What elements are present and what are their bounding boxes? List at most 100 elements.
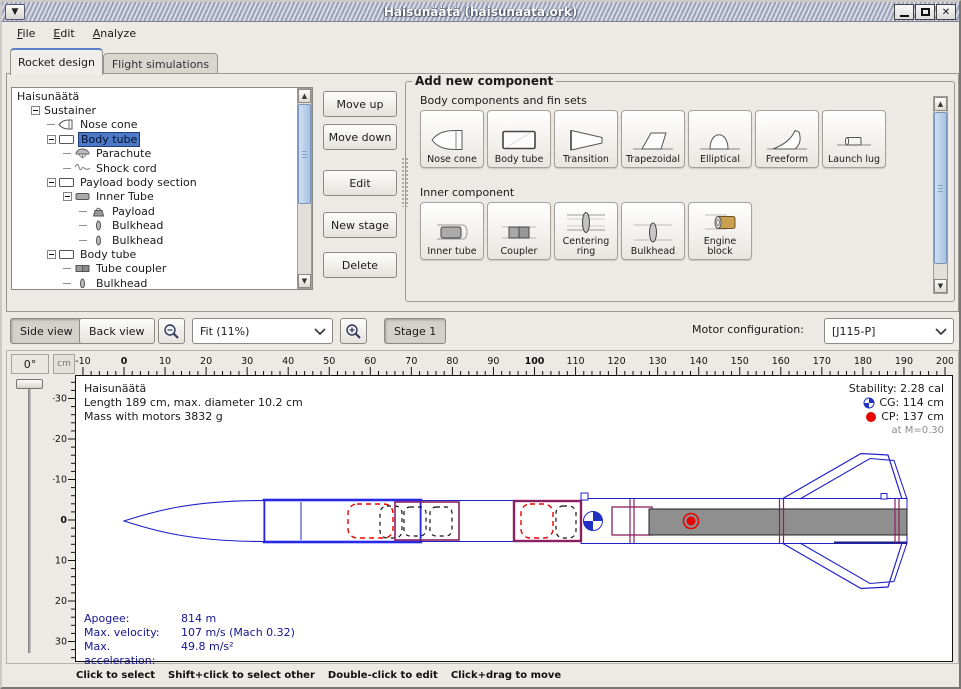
edit-button[interactable]: Edit <box>323 170 397 196</box>
add-trapezoidal-button[interactable]: Trapezoidal <box>621 110 685 168</box>
menu-edit[interactable]: Edit <box>44 24 83 43</box>
side-view-button[interactable]: Side view <box>10 318 83 344</box>
rocket-figure-area: 0° cm -100102030405060708090100110120130… <box>6 350 959 664</box>
zoom-in-button[interactable] <box>340 318 367 344</box>
tree-row-payload-body-section[interactable]: Payload body section <box>13 175 296 189</box>
add-coupler-button[interactable]: Coupler <box>487 202 551 260</box>
menu-file[interactable]: File <box>8 24 44 43</box>
tree-row-inner-tube[interactable]: Inner Tube <box>13 190 296 204</box>
fin-upper[interactable] <box>782 454 902 500</box>
launch-lug-shape[interactable] <box>581 493 588 500</box>
flight-label: Max. velocity: <box>84 626 181 640</box>
add-component-group: Add new component Body components and fi… <box>405 74 955 302</box>
tree-row-sustainer[interactable]: Sustainer <box>13 103 296 117</box>
menu-analyze[interactable]: Analyze <box>84 24 145 43</box>
tree-row-bulkhead[interactable]: Bulkhead <box>13 219 296 233</box>
motor-configuration-select[interactable]: [J115-P] <box>824 318 954 344</box>
add-launch-lug-button[interactable]: Launch lug <box>822 110 886 168</box>
add-engine-block-button[interactable]: Engine block <box>688 202 752 260</box>
nose-cone-shape[interactable] <box>124 501 264 542</box>
svg-text:80: 80 <box>446 356 458 367</box>
tree-label: Payload body section <box>78 176 199 189</box>
tree-scrollbar[interactable]: ▲ ▼ <box>297 88 312 289</box>
move-down-button[interactable]: Move down <box>323 124 397 150</box>
tree-scrollbar-thumb[interactable] <box>298 104 311 204</box>
scroll-up-icon[interactable]: ▲ <box>934 97 947 111</box>
add-body-tube-button[interactable]: Body tube <box>487 110 551 168</box>
tree-connector <box>63 168 72 169</box>
svg-text:-30: -30 <box>53 394 67 405</box>
flight-label: Apogee: <box>84 612 181 626</box>
tree-row-body-tube[interactable]: Body tube <box>13 247 296 261</box>
add-transition-button[interactable]: Transition <box>554 110 618 168</box>
tree-expander-icon[interactable] <box>47 178 56 187</box>
tree-row-payload[interactable]: Payload <box>13 204 296 218</box>
add-centering-ring-button[interactable]: Centering ring <box>554 202 618 260</box>
svg-text:-10: -10 <box>75 356 91 367</box>
tab-flight-simulations[interactable]: Flight simulations <box>103 53 218 75</box>
move-up-button[interactable]: Move up <box>323 91 397 117</box>
elliptical-icon <box>697 127 743 154</box>
rocket-mass: Mass with motors 3832 g <box>84 410 303 424</box>
tree-expander-icon[interactable] <box>63 192 72 201</box>
tree-connector <box>79 240 88 241</box>
new-stage-button[interactable]: New stage <box>323 212 397 238</box>
tree-row-nose-cone[interactable]: Nose cone <box>13 118 296 132</box>
component-button-label: Body tube <box>495 155 544 165</box>
tree-row-haisunäätä[interactable]: Haisunäätä <box>13 89 296 103</box>
svg-text:10: 10 <box>159 356 171 367</box>
flight-value: 814 m <box>181 612 216 626</box>
bulkhead-icon <box>74 278 91 288</box>
zoom-level-select[interactable]: Fit (11%) <box>192 318 333 344</box>
aft-launch-lug-shape[interactable] <box>881 494 887 500</box>
add-nose-cone-button[interactable]: Nose cone <box>420 110 484 168</box>
bulkhead-icon <box>90 220 107 231</box>
tree-expander-icon[interactable] <box>47 135 56 144</box>
rotation-slider-track[interactable] <box>28 385 31 653</box>
component-scrollbar-thumb[interactable] <box>934 112 947 264</box>
svg-text:20: 20 <box>55 596 67 607</box>
tree-row-shock-cord[interactable]: Shock cord <box>13 161 296 175</box>
cg-marker <box>584 512 603 531</box>
launch-lug-icon <box>831 127 877 154</box>
add-bulkhead-button[interactable]: Bulkhead <box>621 202 685 260</box>
tree-row-bulkhead[interactable]: Bulkhead <box>13 233 296 247</box>
tree-label: Body tube <box>78 248 138 261</box>
tree-label: Inner Tube <box>94 190 156 203</box>
add-freeform-button[interactable]: Freeform <box>755 110 819 168</box>
tree-row-body-tube[interactable]: Body tube <box>13 132 296 146</box>
add-elliptical-button[interactable]: Elliptical <box>688 110 752 168</box>
tab-rocket-design[interactable]: Rocket design <box>10 48 103 75</box>
maximize-icon <box>921 8 930 16</box>
tree-connector <box>47 124 56 125</box>
flight-data-block: Apogee:814 mMax. velocity:107 m/s (Mach … <box>84 612 295 668</box>
scroll-down-icon[interactable]: ▼ <box>934 279 947 293</box>
tree-row-parachute[interactable]: Parachute <box>13 147 296 161</box>
svg-text:130: 130 <box>649 356 667 367</box>
stage-1-toggle[interactable]: Stage 1 <box>384 318 446 344</box>
rocket-canvas[interactable]: Haisunäätä Length 189 cm, max. diameter … <box>75 375 953 662</box>
zoom-out-button[interactable] <box>158 318 185 344</box>
design-panel: HaisunäätäSustainerNose coneBody tubePar… <box>6 73 959 312</box>
cg-icon <box>863 397 875 409</box>
tree-expander-icon[interactable] <box>31 106 40 115</box>
fin-lower[interactable] <box>782 543 902 589</box>
tree-row-bulkhead[interactable]: Bulkhead <box>13 276 296 288</box>
motor-configuration-value: [J115-P] <box>832 325 875 338</box>
delete-button[interactable]: Delete <box>323 252 397 278</box>
tree-label: Parachute <box>94 147 153 160</box>
svg-text:-10: -10 <box>53 475 67 486</box>
close-button[interactable]: ✕ <box>936 4 956 20</box>
component-panel-scrollbar[interactable]: ▲ ▼ <box>933 96 948 294</box>
add-inner-tube-button[interactable]: Inner tube <box>420 202 484 260</box>
tree-connector <box>79 225 88 226</box>
scroll-down-icon[interactable]: ▼ <box>298 274 311 288</box>
back-view-button[interactable]: Back view <box>79 318 155 344</box>
rotation-slider-handle[interactable] <box>16 379 43 389</box>
stability-value: Stability: 2.28 cal <box>849 382 944 396</box>
maximize-button[interactable] <box>915 4 935 20</box>
tree-expander-icon[interactable] <box>47 250 56 259</box>
tree-row-tube-coupler[interactable]: Tube coupler <box>13 262 296 276</box>
minimize-button[interactable] <box>894 4 914 20</box>
scroll-up-icon[interactable]: ▲ <box>298 89 311 103</box>
